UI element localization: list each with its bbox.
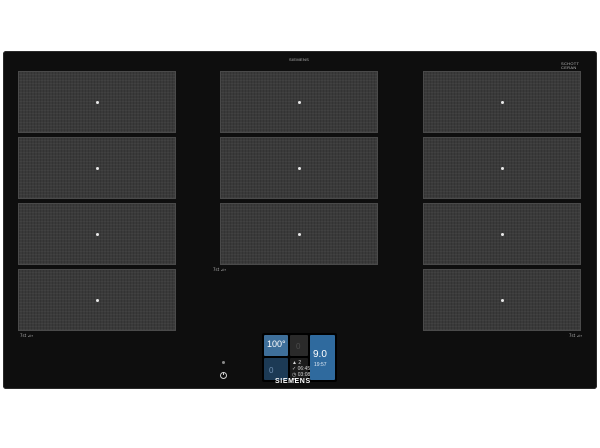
cooking-zone-center-2[interactable] xyxy=(220,137,378,199)
schott-ceran-badge-line-2: CERAN xyxy=(561,65,577,70)
cooking-zone-center-1[interactable] xyxy=(220,71,378,133)
temperature-value: 100° xyxy=(267,339,286,349)
cooking-zone-center-3[interactable] xyxy=(220,203,378,265)
zone-center-dot xyxy=(96,299,99,302)
cooking-zone-right-3[interactable] xyxy=(423,203,581,265)
power-button-icon[interactable] xyxy=(220,372,227,379)
power-level-value: 9.0 xyxy=(313,349,327,360)
center-zone-marker: 7st ⊿∙ xyxy=(213,267,227,272)
cooking-zone-right-4[interactable] xyxy=(423,269,581,331)
zone-center-dot xyxy=(96,167,99,170)
brand-marking-top: SIEMENS xyxy=(289,57,310,62)
zone-center-dot xyxy=(501,167,504,170)
cooking-zone-right-2[interactable] xyxy=(423,137,581,199)
control-display: 100° 0 0 ▲ 2 ✓ 06:45 ◷ 03:08 9.0 19:57 ^ xyxy=(262,333,337,384)
lower-blue-tile[interactable]: 0 xyxy=(264,358,288,380)
cooking-zone-left-4[interactable] xyxy=(18,269,176,331)
cooking-zone-right-1[interactable] xyxy=(423,71,581,133)
brand-logo: SIEMENS xyxy=(275,378,311,385)
cooking-zone-left-1[interactable] xyxy=(18,71,176,133)
empty-tile[interactable]: 0 xyxy=(290,335,308,356)
lower-tile-digit: 0 xyxy=(269,366,274,375)
right-zone-marker: 7st ⊿∙ xyxy=(569,333,583,338)
zone-center-dot xyxy=(298,101,301,104)
zone-center-dot xyxy=(298,233,301,236)
power-level-tile[interactable]: 9.0 19:57 xyxy=(310,335,335,380)
zone-center-dot xyxy=(96,233,99,236)
zone-center-dot xyxy=(501,101,504,104)
cooking-zone-left-2[interactable] xyxy=(18,137,176,199)
zone-center-dot xyxy=(501,299,504,302)
zone-center-dot xyxy=(298,167,301,170)
empty-tile-digit: 0 xyxy=(296,342,301,351)
cooking-zone-left-3[interactable] xyxy=(18,203,176,265)
left-zone-marker: 7st ⊿∙ xyxy=(20,333,34,338)
temperature-tile[interactable]: 100° xyxy=(264,335,288,356)
timer-info-tile[interactable]: ▲ 2 ✓ 06:45 ◷ 03:08 xyxy=(290,358,310,380)
zone-center-dot xyxy=(96,101,99,104)
zone-center-dot xyxy=(501,233,504,236)
status-led-icon xyxy=(222,361,225,364)
power-time-value: 19:57 xyxy=(314,362,327,368)
